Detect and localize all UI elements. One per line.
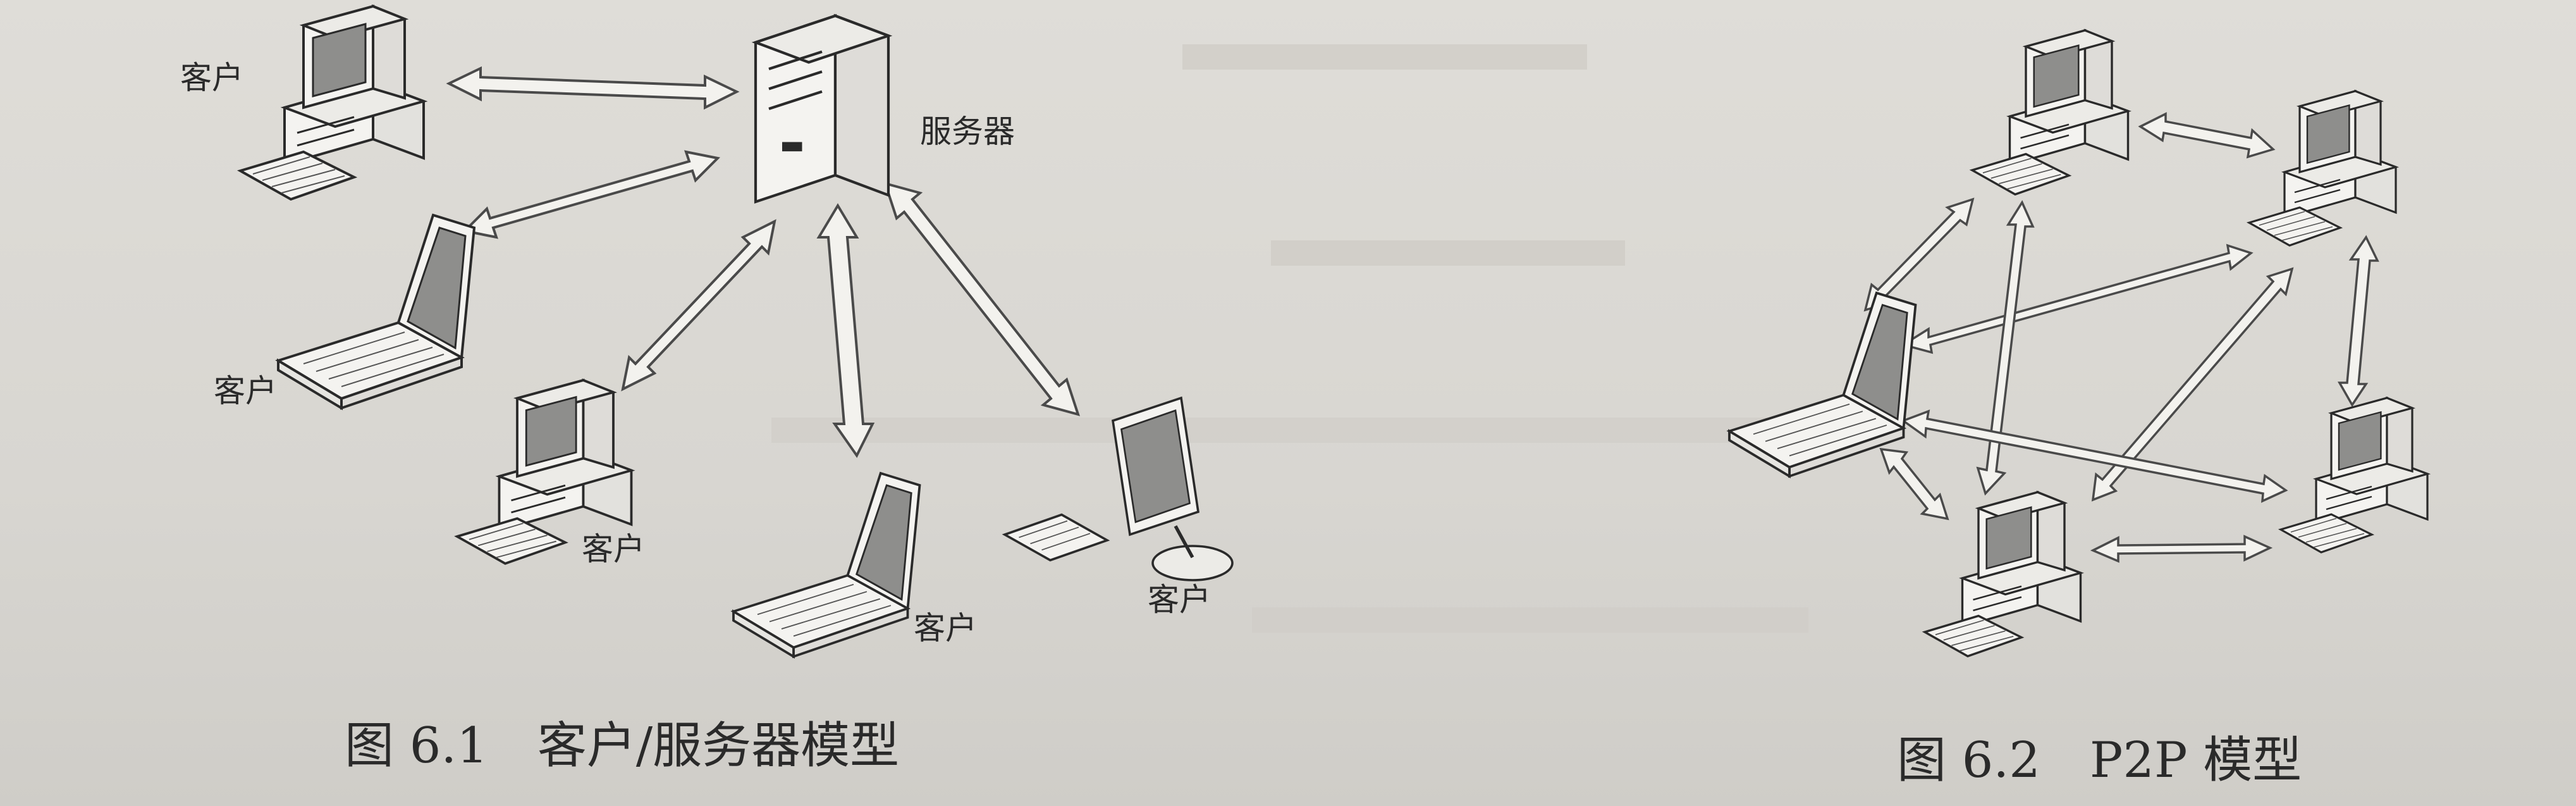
peer-laptop-left [1728, 292, 1917, 478]
link-arrow [2138, 112, 2276, 159]
link-arrow [462, 150, 721, 239]
page: 客户 服务器 客户 客户 客户 客户 图 6.1 客户/服务器模型 图 6.2 … [0, 0, 2576, 806]
network-diagram: 客户 服务器 客户 客户 客户 客户 图 6.1 客户/服务器模型 图 6.2 … [180, 5, 2429, 789]
client-laptop-left [277, 214, 475, 409]
figure-client-server: 客户 服务器 客户 客户 客户 客户 图 6.1 客户/服务器模型 [180, 5, 1232, 774]
client-label-laptop-bottom: 客户 [914, 610, 977, 647]
client-label-top: 客户 [180, 59, 243, 96]
peer-desktop-top [1971, 29, 2130, 195]
client-label-laptop: 客户 [214, 373, 277, 409]
link-arrow [883, 182, 1081, 416]
caption-figure-6-2: 图 6.2 P2P 模型 [1897, 732, 2302, 789]
peer-desktop-right-bottom [2279, 397, 2429, 554]
client-label-lcd: 客户 [1148, 581, 1211, 618]
link-arrow [1879, 447, 1949, 521]
figure-p2p: 图 6.2 P2P 模型 [1728, 29, 2429, 789]
link-arrow [2090, 535, 2273, 563]
peer-desktop-bottom [1923, 491, 2082, 657]
client-label-desktop: 客户 [582, 531, 645, 567]
link-arrow [2337, 235, 2379, 407]
link-arrow [621, 219, 776, 392]
link-arrow [1976, 200, 2035, 496]
link-arrow [446, 66, 740, 110]
server [756, 16, 888, 202]
link-arrow [1900, 244, 2254, 354]
peer-desktop-right-top [2248, 90, 2397, 247]
client-desktop-top [239, 5, 425, 201]
caption-figure-6-1: 图 6.1 客户/服务器模型 [345, 717, 899, 774]
server-label: 服务器 [920, 113, 1015, 150]
client-laptop-bottom [732, 472, 921, 658]
